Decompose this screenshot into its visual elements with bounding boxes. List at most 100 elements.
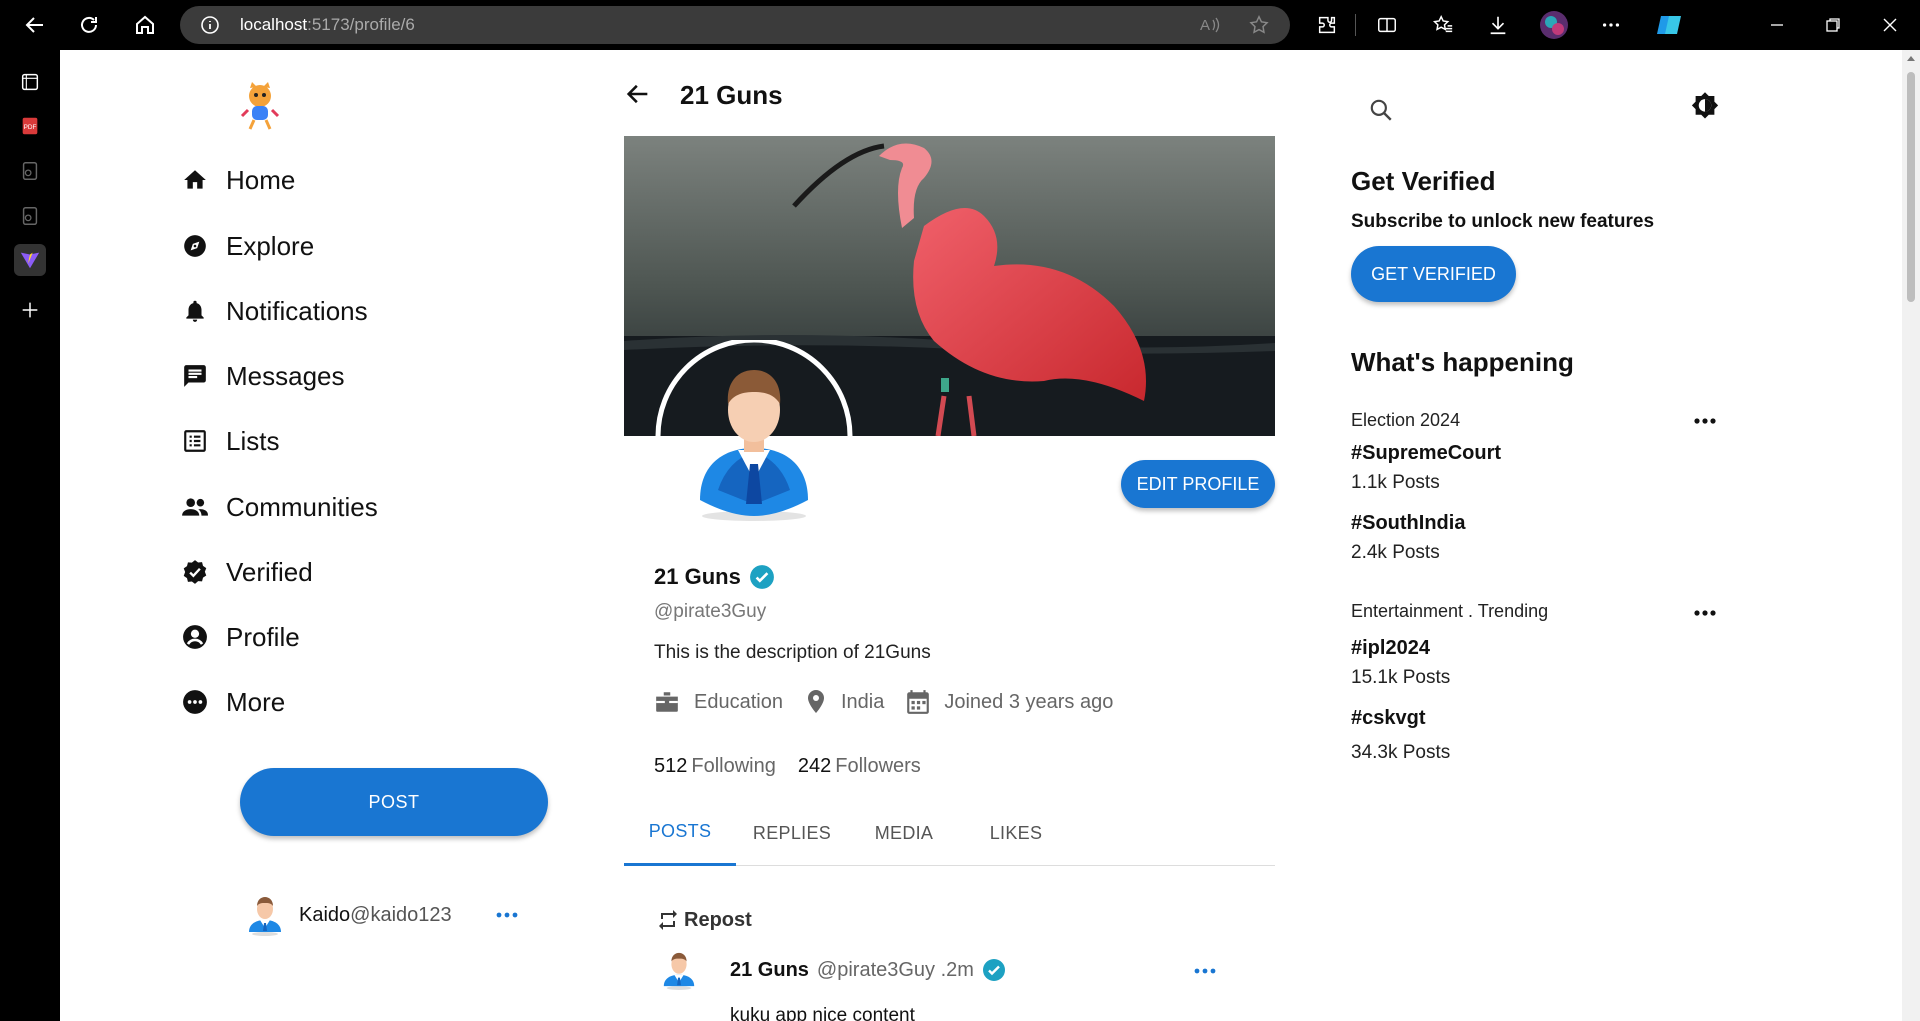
people-icon (180, 492, 210, 522)
sidebar-item-label: More (226, 686, 286, 717)
favorite-star-icon[interactable] (1248, 14, 1270, 36)
settings-more-icon[interactable] (1596, 10, 1626, 40)
followers-count: 242 (797, 755, 832, 777)
trend-tag[interactable]: #ipl2024 (1351, 637, 1430, 660)
following-count: 512 (654, 755, 688, 777)
home-icon (180, 165, 210, 195)
browser-sidebar: PDF (0, 50, 60, 1021)
trend-count: 34.3k Posts (1351, 742, 1451, 763)
home-browser-icon[interactable] (130, 10, 160, 40)
user-more-icon[interactable] (495, 907, 519, 923)
sidebar-item-home[interactable]: Home (180, 158, 295, 202)
trend-category: Entertainment . Trending (1351, 601, 1549, 621)
theme-toggle-icon[interactable] (1688, 89, 1722, 123)
refresh-icon[interactable] (74, 10, 104, 40)
new-tab-icon[interactable] (14, 294, 46, 326)
trend-tag[interactable]: #SouthIndia (1351, 512, 1465, 535)
tab-replies[interactable]: REPLIES (736, 800, 848, 866)
close-icon[interactable] (1875, 10, 1905, 40)
post-button[interactable]: POST (240, 768, 548, 836)
post-text: kuku app nice content (730, 1005, 915, 1021)
location-pin-icon (805, 689, 841, 715)
minimize-icon[interactable] (1762, 10, 1792, 40)
trend-category: Election 2024 (1351, 410, 1461, 430)
sidebar-item-verified[interactable]: Verified (180, 550, 313, 594)
compass-icon (180, 231, 210, 261)
trend-count: 1.1k Posts (1351, 472, 1440, 493)
tab-media[interactable]: MEDIA (848, 800, 960, 866)
edit-profile-button[interactable]: EDIT PROFILE (1121, 460, 1275, 508)
more-circle-icon (180, 687, 210, 717)
downloads-icon[interactable] (1483, 10, 1513, 40)
trend-more-icon[interactable] (1690, 605, 1720, 621)
bell-icon (180, 296, 210, 326)
post-more-icon[interactable] (1193, 964, 1217, 978)
pdf-tab-icon[interactable]: PDF (14, 110, 46, 142)
split-screen-icon[interactable] (1372, 10, 1402, 40)
trend-count: 2.4k Posts (1351, 542, 1440, 563)
copilot-icon[interactable] (1655, 10, 1685, 40)
user-handle: @kaido123 (350, 903, 452, 926)
profile-joined: Joined 3 years ago (906, 689, 1113, 715)
sidebar-item-label: Communities (226, 491, 378, 522)
cat-logo[interactable] (240, 82, 280, 130)
account-circle-icon (180, 622, 210, 652)
repost-icon (656, 908, 680, 932)
trend-count: 15.1k Posts (1351, 667, 1451, 688)
category-text: Education (694, 690, 783, 713)
get-verified-button[interactable]: GET VERIFIED (1351, 246, 1516, 302)
profile-avatar[interactable] (654, 340, 854, 530)
post-author: 21 Guns @pirate3Guy .2m (730, 958, 1006, 982)
following-link[interactable]: 512 Following (654, 755, 776, 778)
extensions-icon[interactable] (1312, 10, 1342, 40)
profile-meta: Education India Joined 3 years ago (654, 686, 1135, 718)
sidebar-item-notifications[interactable]: Notifications (180, 289, 368, 333)
briefcase-icon (654, 690, 694, 714)
trend-tag[interactable]: #SupremeCourt (1351, 442, 1501, 465)
trend-more-icon[interactable] (1690, 413, 1720, 429)
address-bar[interactable]: localhost:5173/profile/6 A (180, 6, 1290, 44)
followers-label: Followers (835, 755, 921, 777)
sidebar-item-profile[interactable]: Profile (180, 615, 300, 659)
profile-tabs: POSTS REPLIES MEDIA LIKES (624, 800, 1275, 866)
scroll-thumb[interactable] (1907, 72, 1915, 302)
followers-link[interactable]: 242 Followers (798, 755, 921, 778)
tab-icon-1[interactable] (14, 155, 46, 187)
sidebar-item-explore[interactable]: Explore (180, 224, 314, 268)
current-user[interactable]: Kaido @kaido123 (245, 890, 545, 940)
sidebar-item-label: Lists (226, 425, 280, 456)
profile-avatar-icon[interactable] (1539, 10, 1569, 40)
tab-likes[interactable]: LIKES (960, 800, 1072, 866)
sidebar-item-communities[interactable]: Communities (180, 485, 378, 529)
profile-description: This is the description of 21Guns (654, 642, 931, 663)
vite-tab-icon[interactable] (14, 244, 46, 276)
page-scrollbar[interactable] (1902, 50, 1920, 1021)
list-icon (180, 426, 210, 456)
post-item[interactable]: 21 Guns @pirate3Guy .2m (660, 950, 1280, 990)
tab-icon-2[interactable] (14, 200, 46, 232)
svg-text:PDF: PDF (24, 124, 37, 131)
sidebar-item-label: Profile (226, 621, 300, 652)
sidebar-item-more[interactable]: More (180, 680, 285, 724)
profile-handle: @pirate3Guy (654, 601, 767, 622)
follow-stats: 512 Following 242 Followers (654, 755, 921, 778)
post-handle-time: @pirate3Guy .2m (816, 958, 974, 981)
sidebar-item-messages[interactable]: Messages (180, 354, 345, 398)
tab-posts[interactable]: POSTS (624, 800, 736, 866)
search-icon[interactable] (1364, 93, 1398, 127)
calendar-icon (906, 689, 944, 715)
restore-icon[interactable] (1818, 10, 1848, 40)
favorites-icon[interactable] (1428, 10, 1458, 40)
back-arrow-icon[interactable] (624, 80, 652, 108)
whats-happening-title: What's happening (1351, 347, 1574, 377)
location-text: India (840, 690, 885, 713)
sidebar-item-lists[interactable]: Lists (180, 419, 279, 463)
scroll-up-icon[interactable] (1906, 54, 1916, 62)
site-info-icon[interactable] (200, 15, 220, 35)
read-aloud-icon[interactable]: A (1200, 15, 1222, 35)
page-title: 21 Guns (680, 80, 783, 110)
verified-badge-icon (180, 557, 210, 587)
back-icon[interactable] (20, 10, 50, 40)
trend-tag[interactable]: #cskvgt (1351, 707, 1426, 730)
tab-actions-icon[interactable] (14, 66, 46, 98)
